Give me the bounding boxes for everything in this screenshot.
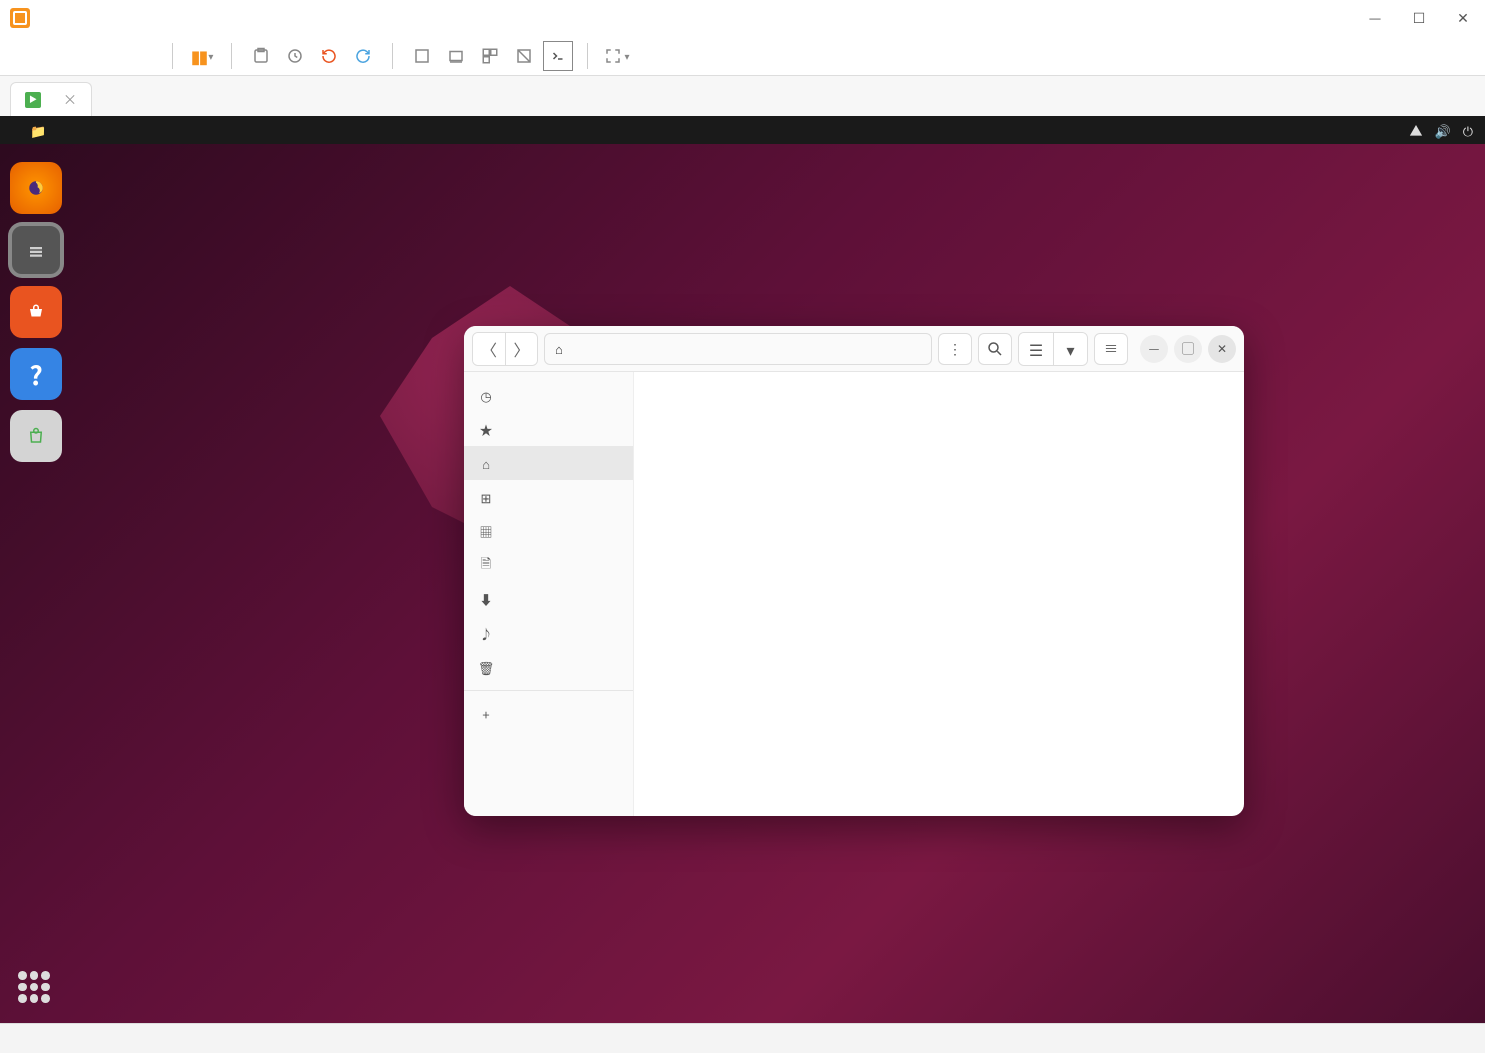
power-icon[interactable]: ⏻ [1463, 121, 1473, 140]
sidebar-item-other[interactable]: + [464, 697, 633, 731]
sidebar-item-starred[interactable]: ★ [464, 412, 633, 446]
vmware-titlebar: — ☐ ✕ [0, 0, 1485, 36]
menu-vm[interactable] [90, 52, 110, 60]
console-button[interactable] [543, 41, 573, 71]
sidebar-item-recent[interactable]: ◷ [464, 378, 633, 412]
dock-firefox[interactable] [10, 162, 62, 214]
menu-edit[interactable] [42, 52, 62, 60]
network-icon[interactable]: ▲ [1410, 121, 1423, 140]
ubuntu-dock: ? [4, 156, 66, 468]
menu-help[interactable] [138, 52, 158, 60]
files-sidebar: ◷ ★ ⌂ ⊞ ▦ 🗎 ⬇ ♪ 🗑 + [464, 372, 634, 816]
ubuntu-desktop[interactable]: 📁 ▲ 🔊 ⏻ ? [0, 116, 1485, 1023]
search-button[interactable] [978, 333, 1012, 365]
dock-software[interactable] [10, 286, 62, 338]
vm-running-icon [25, 92, 41, 108]
vm-tabbar: × [0, 76, 1485, 116]
music-icon: ♪ [478, 624, 494, 643]
sidebar-item-videos[interactable]: ⊞ [464, 480, 633, 514]
menu-tabs[interactable] [114, 52, 134, 60]
sidebar-item-pictures[interactable]: ▦ [464, 514, 633, 548]
menu-view[interactable] [66, 52, 86, 60]
view-list-button[interactable]: ☰ [1019, 333, 1053, 365]
files-headerbar: 〈 〉 ⌂ ⋮ ☰ ▾ ≡ — ▢ ✕ [464, 326, 1244, 372]
maximize-button[interactable]: ☐ [1407, 6, 1431, 30]
sidebar-item-documents[interactable]: 🗎 [464, 548, 633, 582]
pause-vm-button[interactable]: ▮▮▾ [187, 41, 217, 71]
window-maximize-button[interactable]: ▢ [1174, 335, 1202, 363]
snapshot-icon[interactable] [246, 41, 276, 71]
document-icon: 🗎 [478, 553, 494, 577]
window-close-button[interactable]: ✕ [1208, 335, 1236, 363]
trash-icon: 🗑 [478, 658, 494, 677]
show-applications[interactable] [18, 971, 50, 1003]
sidebar-item-music[interactable]: ♪ [464, 616, 633, 650]
sidebar-item-trash[interactable]: 🗑 [464, 650, 633, 684]
minimize-button[interactable]: — [1363, 6, 1387, 30]
path-bar[interactable]: ⌂ [544, 333, 932, 365]
unity-icon[interactable] [509, 41, 539, 71]
view-console-icon[interactable] [441, 41, 471, 71]
sidebar-item-downloads[interactable]: ⬇ [464, 582, 633, 616]
places-menu[interactable]: 📁 [30, 121, 46, 140]
home-icon: ⌂ [555, 339, 563, 358]
vmware-menubar: ▮▮▾ ▾ [0, 36, 1485, 76]
view-dropdown-button[interactable]: ▾ [1053, 333, 1087, 365]
download-icon: ⬇ [478, 590, 494, 609]
nav-forward-button[interactable]: 〉 [505, 333, 537, 365]
clock-icon: ◷ [478, 386, 494, 405]
plus-icon: + [478, 705, 494, 724]
fullscreen-button[interactable]: ▾ [602, 41, 632, 71]
star-icon: ★ [478, 420, 494, 439]
view-single-icon[interactable] [407, 41, 437, 71]
dock-help[interactable]: ? [10, 348, 62, 400]
volume-icon[interactable]: 🔊 [1435, 121, 1451, 140]
vmware-statusbar [0, 1023, 1485, 1053]
home-icon: ⌂ [478, 454, 494, 473]
menu-file[interactable] [18, 52, 38, 60]
revert-icon[interactable] [314, 41, 344, 71]
window-minimize-button[interactable]: — [1140, 335, 1168, 363]
tab-close-icon[interactable]: × [63, 90, 77, 110]
image-icon: ▦ [478, 522, 494, 541]
kebab-menu-button[interactable]: ⋮ [938, 333, 972, 365]
snapshot-manager-icon[interactable] [280, 41, 310, 71]
close-button[interactable]: ✕ [1451, 6, 1475, 30]
dock-trash[interactable] [10, 410, 62, 462]
video-icon: ⊞ [478, 488, 494, 507]
vmware-logo-icon [10, 8, 30, 28]
view-multi-icon[interactable] [475, 41, 505, 71]
sidebar-item-home[interactable]: ⌂ [464, 446, 633, 480]
vm-tab[interactable]: × [10, 82, 92, 116]
files-window: 〈 〉 ⌂ ⋮ ☰ ▾ ≡ — ▢ ✕ ◷ [464, 326, 1244, 816]
dock-files[interactable] [10, 224, 62, 276]
file-grid[interactable] [634, 372, 1244, 816]
snapshot-forward-icon[interactable] [348, 41, 378, 71]
gnome-topbar: 📁 ▲ 🔊 ⏻ [0, 116, 1485, 144]
hamburger-menu-button[interactable]: ≡ [1094, 333, 1128, 365]
nav-back-button[interactable]: 〈 [473, 333, 505, 365]
